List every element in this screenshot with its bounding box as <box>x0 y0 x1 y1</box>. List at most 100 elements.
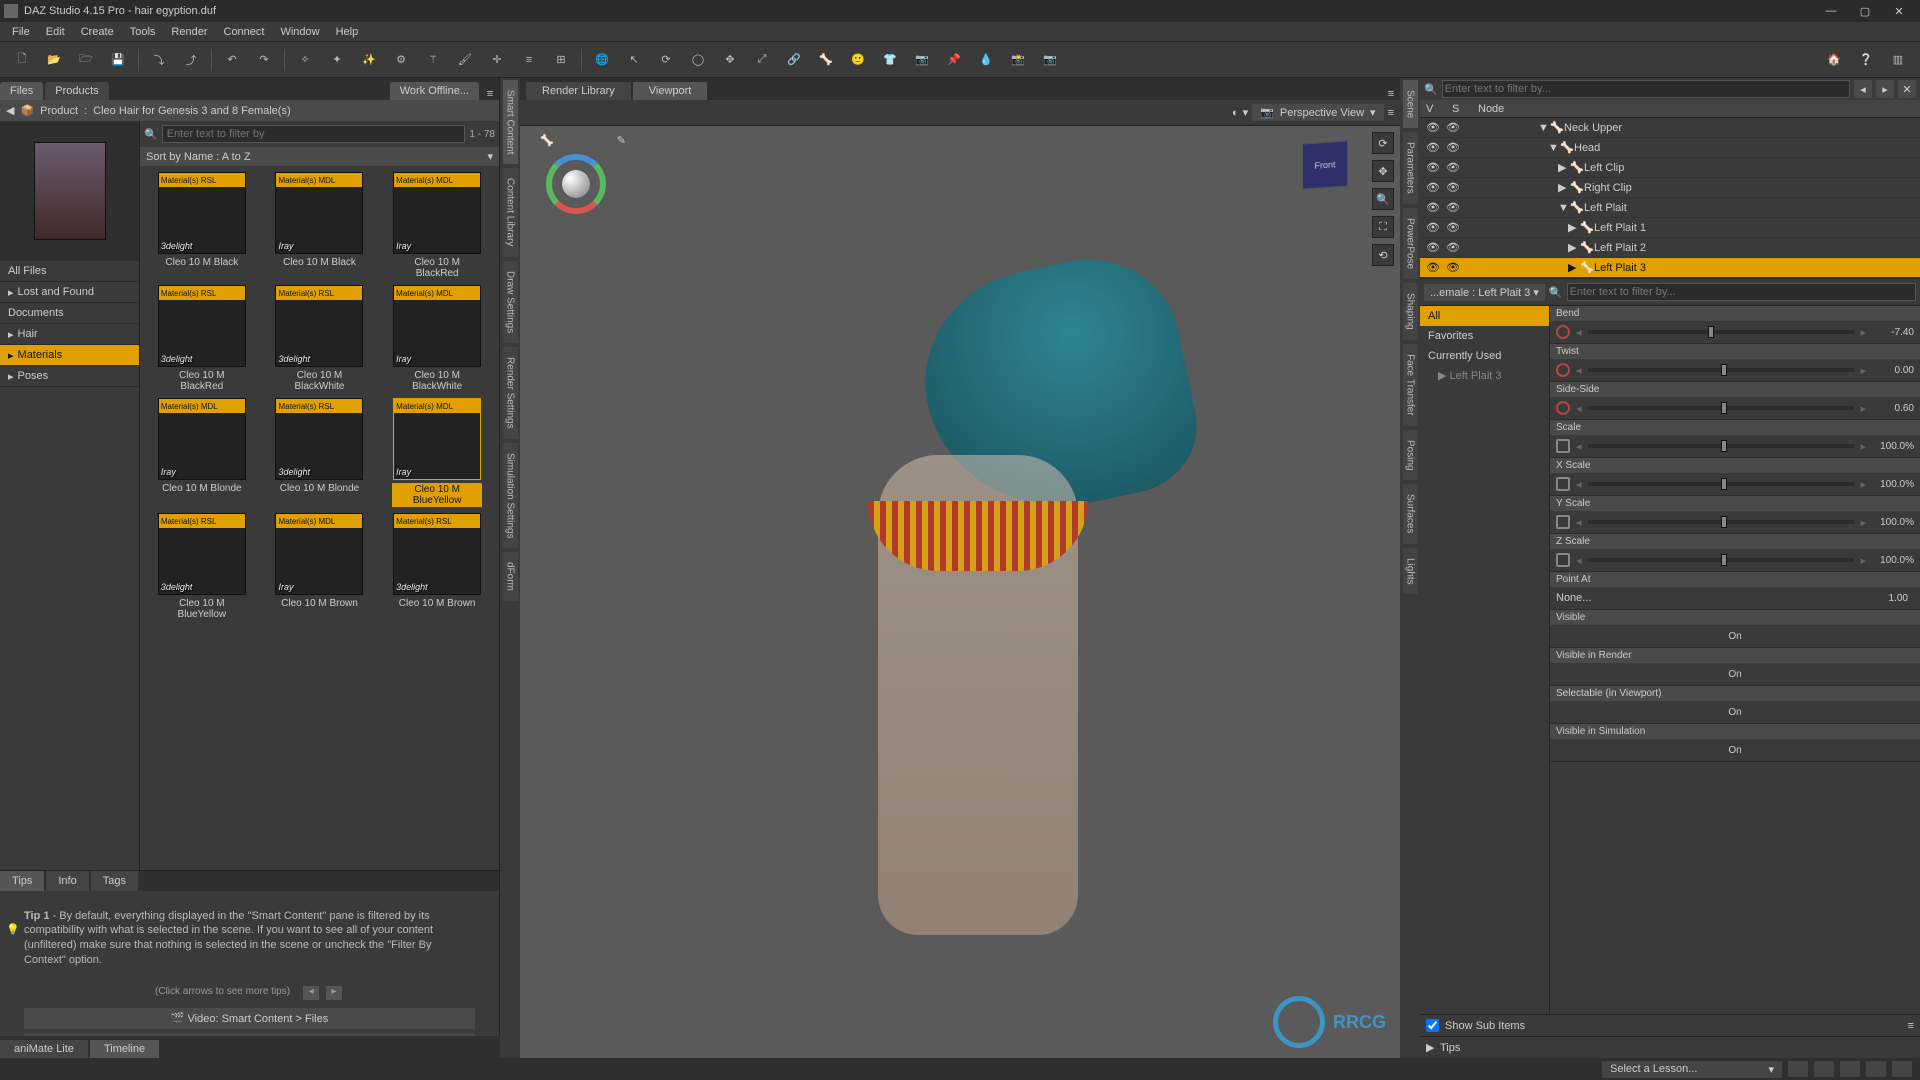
new-file-icon[interactable]: 🗋 <box>9 47 35 73</box>
minimize-button[interactable]: — <box>1814 1 1848 21</box>
param-value[interactable]: -7.40 <box>1866 327 1920 338</box>
snapshot-icon[interactable]: 📸 <box>1005 47 1031 73</box>
param-slider[interactable] <box>1588 520 1855 524</box>
material-thumb[interactable]: Material(s) RSL3delight <box>158 285 246 367</box>
select-icon[interactable]: 👁 <box>1446 181 1466 194</box>
side-tab-draw-settings[interactable]: Draw Settings <box>503 261 518 343</box>
scene-filter-input[interactable] <box>1442 80 1850 98</box>
lesson-btn-4[interactable] <box>1866 1061 1886 1077</box>
show-sub-items-checkbox[interactable] <box>1426 1019 1439 1032</box>
param-slider[interactable] <box>1588 558 1855 562</box>
content-filter-input[interactable] <box>162 125 466 143</box>
expand-icon[interactable]: ▼ <box>1558 202 1570 214</box>
category-lost-and-found[interactable]: ▸Lost and Found <box>0 282 139 303</box>
open-file-icon[interactable]: 📂 <box>41 47 67 73</box>
expand-icon[interactable]: ▼ <box>1538 122 1550 134</box>
expand-icon[interactable]: ▶ <box>1558 181 1570 194</box>
point-at-amount[interactable]: 1.00 <box>1860 593 1914 604</box>
param-reset-icon[interactable] <box>1552 513 1574 531</box>
view-mode-dropdown[interactable]: 📷 Perspective View ▾ <box>1252 104 1383 121</box>
side-tab-scene[interactable]: Scene <box>1403 80 1418 128</box>
orbit-tool-icon[interactable]: ◯ <box>685 47 711 73</box>
col-select-icon[interactable]: S <box>1452 103 1478 115</box>
tab-products[interactable]: Products <box>45 82 108 100</box>
tab-tips[interactable]: Tips <box>0 871 44 891</box>
param-sub-node[interactable]: ▶ Left Plait 3 <box>1420 366 1549 385</box>
expand-icon[interactable]: ▶ <box>1558 161 1570 174</box>
material-thumb[interactable]: Material(s) RSL3delight <box>275 398 363 480</box>
side-tab-surfaces[interactable]: Surfaces <box>1403 484 1418 543</box>
slider-handle-left[interactable]: ◂ <box>1576 326 1582 339</box>
param-slider[interactable] <box>1588 330 1855 334</box>
param-toggle[interactable]: On <box>1550 663 1920 685</box>
menu-edit[interactable]: Edit <box>38 26 73 38</box>
param-value[interactable]: 100.0% <box>1866 555 1920 566</box>
rotate-tool-icon[interactable]: ⟳ <box>653 47 679 73</box>
tip-next-button[interactable]: ▸ <box>326 986 342 1000</box>
select-icon[interactable]: 👁 <box>1446 161 1466 174</box>
filter-next-button[interactable]: ▸ <box>1876 80 1894 98</box>
eyedropper-icon[interactable]: 💧 <box>973 47 999 73</box>
zoom-icon[interactable]: 🔍 <box>1372 188 1394 210</box>
slider-handle-left[interactable]: ◂ <box>1576 364 1582 377</box>
tip-prev-button[interactable]: ◂ <box>303 986 319 1000</box>
menu-connect[interactable]: Connect <box>216 26 273 38</box>
import-icon[interactable]: ⤵ <box>146 47 172 73</box>
cloth-icon[interactable]: 👕 <box>877 47 903 73</box>
param-slider[interactable] <box>1588 406 1855 410</box>
open-recent-icon[interactable]: 🗁 <box>73 47 99 73</box>
material-thumb[interactable]: Material(s) RSL3delight <box>158 172 246 254</box>
work-offline-button[interactable]: Work Offline... <box>390 82 479 100</box>
pan-icon[interactable]: ✥ <box>1372 160 1394 182</box>
render-icon[interactable]: 📷 <box>1037 47 1063 73</box>
material-thumb[interactable]: Material(s) RSL3delight <box>393 513 481 595</box>
slider-handle-left[interactable]: ◂ <box>1576 554 1582 567</box>
col-visible-icon[interactable]: V <box>1426 103 1452 115</box>
slider-handle-left[interactable]: ◂ <box>1576 516 1582 529</box>
shade-menu-icon[interactable]: ▾ <box>1243 106 1249 119</box>
tips-panel-label[interactable]: Tips <box>1440 1042 1460 1054</box>
scene-node[interactable]: 👁👁▶🦴Left Plait 3 <box>1420 258 1920 278</box>
eye-icon[interactable]: 👁 <box>1426 181 1446 194</box>
brush-icon[interactable]: 🖌 <box>452 47 478 73</box>
side-tab-render-settings[interactable]: Render Settings <box>503 347 518 439</box>
category-materials[interactable]: ▸Materials <box>0 345 139 366</box>
lesson-btn-3[interactable] <box>1840 1061 1860 1077</box>
scale-tool-icon[interactable]: ⤢ <box>749 47 775 73</box>
chain-icon[interactable]: 🔗 <box>781 47 807 73</box>
menu-help[interactable]: Help <box>328 26 367 38</box>
param-cat-currently-used[interactable]: Currently Used <box>1420 346 1549 366</box>
sphere-shade-icon[interactable]: ◐ <box>1232 107 1239 119</box>
param-reset-icon[interactable] <box>1552 323 1574 341</box>
eye-icon[interactable]: 👁 <box>1426 261 1446 274</box>
side-tab-parameters[interactable]: Parameters <box>1403 132 1418 204</box>
param-value[interactable]: 100.0% <box>1866 517 1920 528</box>
slider-handle-left[interactable]: ◂ <box>1576 402 1582 415</box>
menu-tools[interactable]: Tools <box>122 26 164 38</box>
save-icon[interactable]: 💾 <box>105 47 131 73</box>
maximize-button[interactable]: ▢ <box>1848 1 1882 21</box>
scene-node[interactable]: 👁👁▶🦴Left Plait 1 <box>1420 218 1920 238</box>
tab-files[interactable]: Files <box>0 82 43 100</box>
scene-node[interactable]: 👁👁▶🦴Left Plait 2 <box>1420 238 1920 258</box>
param-slider[interactable] <box>1588 444 1855 448</box>
side-tab-powerpose[interactable]: PowerPose <box>1403 208 1418 279</box>
eye-icon[interactable]: 👁 <box>1426 121 1446 134</box>
panel-menu-icon[interactable]: ≡ <box>481 88 499 100</box>
side-tab-simulation-settings[interactable]: Simulation Settings <box>503 443 518 549</box>
viewport-panel-menu-icon[interactable]: ≡ <box>1382 88 1400 100</box>
grid-icon[interactable]: ⊞ <box>548 47 574 73</box>
lesson-btn-2[interactable] <box>1814 1061 1834 1077</box>
col-node[interactable]: Node <box>1478 103 1504 115</box>
select-icon[interactable]: 👁 <box>1446 241 1466 254</box>
expand-icon[interactable]: ▶ <box>1568 241 1580 254</box>
redo-icon[interactable]: ↷ <box>251 47 277 73</box>
material-thumb[interactable]: Material(s) MDLIray <box>158 398 246 480</box>
param-reset-icon[interactable] <box>1552 361 1574 379</box>
eye-icon[interactable]: 👁 <box>1426 241 1446 254</box>
undo-icon[interactable]: ↶ <box>219 47 245 73</box>
character-figure[interactable] <box>768 221 1188 1001</box>
chevron-down-icon[interactable]: ▾ <box>487 150 493 163</box>
tab-info[interactable]: Info <box>46 871 88 891</box>
param-filter-input[interactable] <box>1567 283 1916 301</box>
